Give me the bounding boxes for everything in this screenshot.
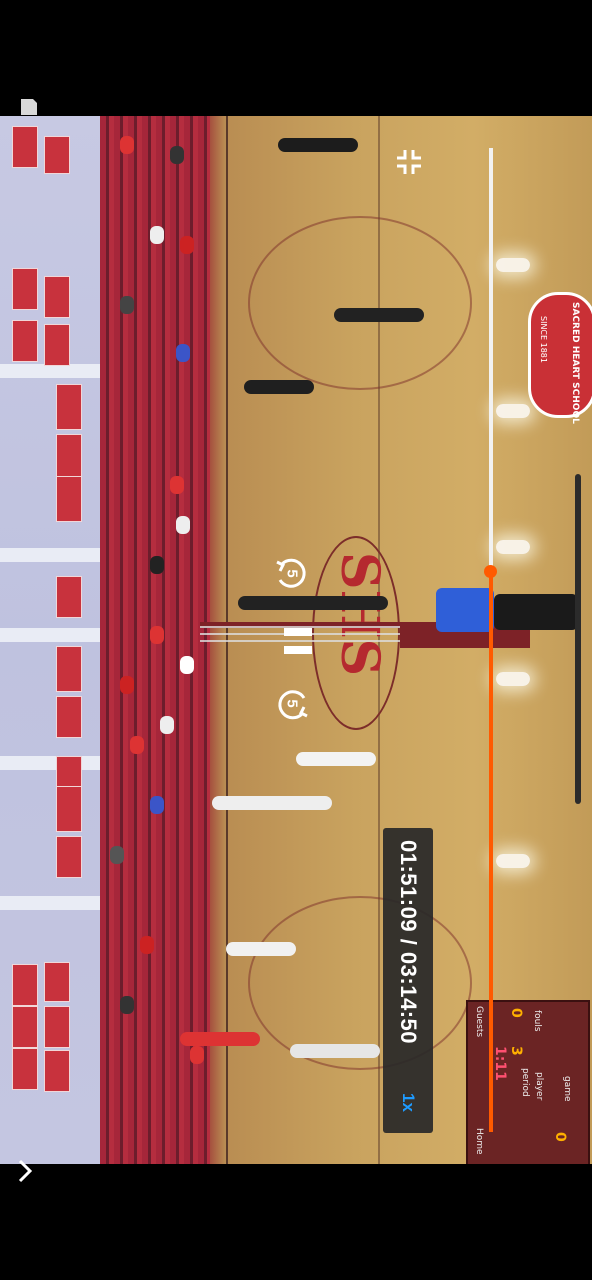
scoreboard: Guests Home period player fouls game 1:1…	[466, 1000, 590, 1164]
time-display: 01:51:09 / 03:14:50	[395, 840, 421, 1044]
referee	[436, 588, 494, 632]
chevron-right-icon[interactable]	[14, 1158, 38, 1186]
skip-back-button[interactable]: 5	[274, 686, 310, 722]
playback-speed-button[interactable]: 1x	[398, 1093, 418, 1112]
skip-forward-button[interactable]: 5	[274, 556, 310, 592]
time-separator: /	[396, 932, 421, 952]
status-icon	[18, 96, 40, 118]
pause-icon	[284, 628, 312, 636]
collapse-icon[interactable]	[393, 146, 425, 178]
pause-button[interactable]	[282, 622, 314, 662]
school-logo	[528, 292, 592, 418]
total-time: 03:14:50	[396, 951, 421, 1044]
court-lettering: SHS	[329, 552, 390, 677]
seek-bar-progress	[489, 571, 493, 1132]
side-scroll-handle[interactable]	[575, 474, 581, 804]
current-time: 01:51:09	[396, 840, 421, 933]
